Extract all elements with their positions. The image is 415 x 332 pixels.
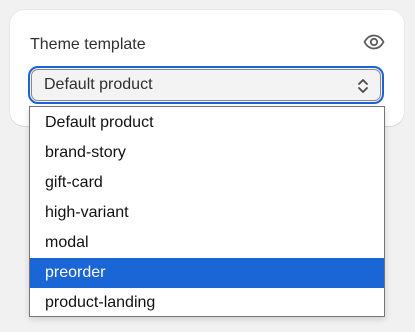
- eye-icon[interactable]: [362, 32, 386, 52]
- option-product-landing[interactable]: product-landing: [30, 288, 384, 318]
- theme-template-select[interactable]: Default product: [28, 66, 384, 104]
- option-modal[interactable]: modal: [30, 228, 384, 258]
- option-brand-story[interactable]: brand-story: [30, 138, 384, 168]
- option-high-variant[interactable]: high-variant: [30, 198, 384, 228]
- option-gift-card[interactable]: gift-card: [30, 168, 384, 198]
- select-value: Default product: [44, 76, 153, 93]
- theme-template-dropdown: Default product brand-story gift-card hi…: [29, 106, 385, 317]
- option-default-product[interactable]: Default product: [30, 108, 384, 138]
- select-chevron-icon: [356, 76, 370, 96]
- option-preorder[interactable]: preorder: [30, 258, 384, 288]
- theme-template-label: Theme template: [30, 36, 146, 53]
